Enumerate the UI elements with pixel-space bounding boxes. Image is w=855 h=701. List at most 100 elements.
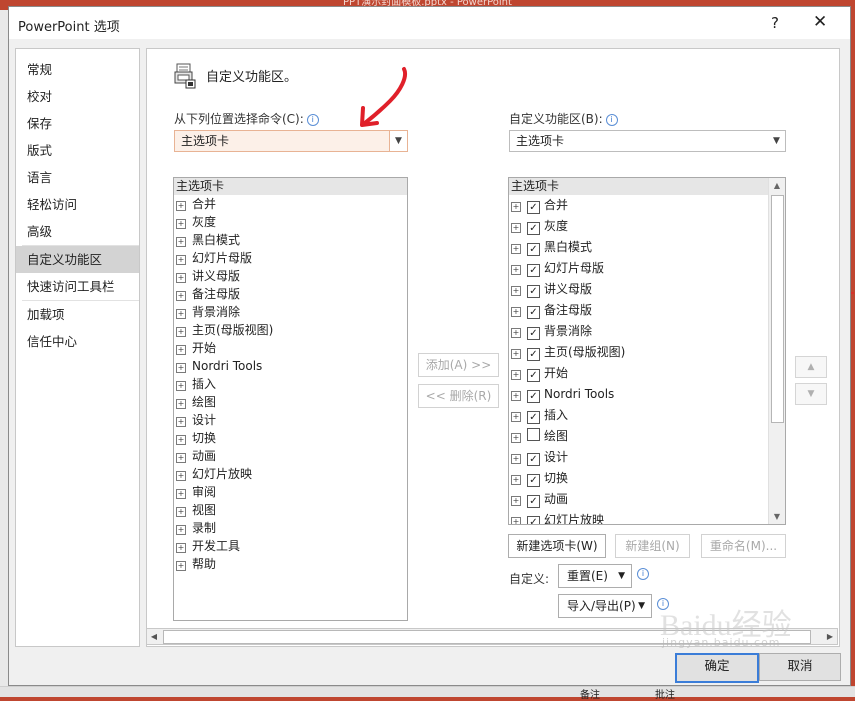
nav-item-language[interactable]: 语言 [16, 164, 139, 191]
expand-icon[interactable]: + [511, 496, 521, 506]
ok-button[interactable]: 确定 [675, 653, 759, 683]
nav-item-trust-center[interactable]: 信任中心 [16, 328, 139, 355]
checked-checkbox[interactable]: ✓ [527, 201, 540, 214]
expand-icon[interactable]: + [176, 237, 186, 247]
info-icon[interactable]: i [637, 568, 649, 580]
expand-icon[interactable]: + [511, 328, 521, 338]
expand-icon[interactable]: + [176, 399, 186, 409]
nav-item-proofing[interactable]: 校对 [16, 83, 139, 110]
commands-list[interactable]: 主选项卡 + 合并 + 灰度 + 黑白模式 + 幻灯片母版 + 讲义母版 + 备注母版 + 背景消除 + 主页… [173, 177, 408, 621]
expand-icon[interactable]: + [176, 309, 186, 319]
expand-icon[interactable]: + [511, 412, 521, 422]
expand-icon[interactable]: + [511, 391, 521, 401]
cancel-button[interactable]: 取消 [759, 653, 841, 681]
add-button[interactable]: 添加(A) >> [418, 353, 499, 377]
checked-checkbox[interactable]: ✓ [527, 516, 540, 524]
list-item[interactable]: + 录制 [174, 519, 407, 537]
nav-item-layout[interactable]: 版式 [16, 137, 139, 164]
nav-item-accessibility[interactable]: 轻松访问 [16, 191, 139, 218]
scroll-right-icon[interactable]: ▶ [823, 629, 837, 644]
choose-commands-from-select[interactable]: 主选项卡 ▼ [174, 130, 408, 152]
chevron-down-icon[interactable]: ▼ [389, 131, 407, 151]
expand-icon[interactable]: + [176, 507, 186, 517]
list-item[interactable]: + 视图 [174, 501, 407, 519]
expand-icon[interactable]: + [176, 291, 186, 301]
expand-icon[interactable]: + [511, 475, 521, 485]
tree-item[interactable]: + ✓ 插入 [509, 405, 785, 426]
list-item[interactable]: + 主页(母版视图) [174, 321, 407, 339]
list-item[interactable]: + 帮助 [174, 555, 407, 573]
expand-icon[interactable]: + [176, 489, 186, 499]
list-item[interactable]: + 合并 [174, 195, 407, 213]
tree-item[interactable]: + ✓ 切换 [509, 468, 785, 489]
expand-icon[interactable]: + [176, 219, 186, 229]
checked-checkbox[interactable]: ✓ [527, 222, 540, 235]
tree-item[interactable]: + ✓ 背景消除 [509, 321, 785, 342]
nav-item-save[interactable]: 保存 [16, 110, 139, 137]
list-item[interactable]: + 背景消除 [174, 303, 407, 321]
tree-item[interactable]: + ✓ 幻灯片母版 [509, 258, 785, 279]
info-icon[interactable]: i [306, 114, 319, 126]
statusbar-notes[interactable]: 备注 [580, 686, 600, 701]
move-down-button[interactable]: ▼ [795, 383, 827, 405]
expand-icon[interactable]: + [176, 363, 186, 373]
expand-icon[interactable]: + [176, 381, 186, 391]
tree-scrollbar[interactable]: ▲ ▼ [768, 178, 785, 524]
expand-icon[interactable]: + [511, 454, 521, 464]
expand-icon[interactable]: + [511, 244, 521, 254]
expand-icon[interactable]: + [176, 543, 186, 553]
list-item[interactable]: + 备注母版 [174, 285, 407, 303]
expand-icon[interactable]: + [511, 349, 521, 359]
customize-ribbon-select[interactable]: 主选项卡 ▼ [509, 130, 786, 152]
expand-icon[interactable]: + [511, 202, 521, 212]
tree-item[interactable]: + ✓ 幻灯片放映 [509, 510, 785, 524]
list-item[interactable]: + 切换 [174, 429, 407, 447]
help-icon[interactable]: ? [771, 14, 779, 32]
nav-item-quick-access-toolbar[interactable]: 快速访问工具栏 [16, 273, 139, 300]
checked-checkbox[interactable]: ✓ [527, 474, 540, 487]
scroll-left-icon[interactable]: ◀ [147, 629, 161, 644]
tree-item[interactable]: + ✓ 讲义母版 [509, 279, 785, 300]
expand-icon[interactable]: + [176, 417, 186, 427]
scroll-down-icon[interactable]: ▼ [769, 509, 785, 524]
info-icon[interactable]: i [605, 114, 618, 126]
chevron-down-icon[interactable]: ▼ [768, 131, 785, 151]
tree-item[interactable]: + ✓ 合并 [509, 195, 785, 216]
expand-icon[interactable]: + [176, 453, 186, 463]
checked-checkbox[interactable]: ✓ [527, 264, 540, 277]
nav-item-addins[interactable]: 加载项 [16, 301, 139, 328]
list-item[interactable]: + 灰度 [174, 213, 407, 231]
expand-icon[interactable]: + [176, 435, 186, 445]
tree-item[interactable]: + ✓ 备注母版 [509, 300, 785, 321]
checked-checkbox[interactable]: ✓ [527, 327, 540, 340]
expand-icon[interactable]: + [511, 433, 521, 443]
checked-checkbox[interactable]: ✓ [527, 285, 540, 298]
expand-icon[interactable]: + [176, 255, 186, 265]
list-item[interactable]: + 绘图 [174, 393, 407, 411]
import-export-dropdown[interactable]: 导入/导出(P) ▼ [558, 594, 652, 618]
tree-item[interactable]: + 绘图 [509, 426, 785, 447]
list-item[interactable]: + Nordri Tools [174, 357, 407, 375]
checked-checkbox[interactable]: ✓ [527, 453, 540, 466]
expand-icon[interactable]: + [511, 223, 521, 233]
expand-icon[interactable]: + [176, 471, 186, 481]
expand-icon[interactable]: + [176, 525, 186, 535]
tree-item[interactable]: + ✓ Nordri Tools [509, 384, 785, 405]
remove-button[interactable]: << 删除(R) [418, 384, 499, 408]
expand-icon[interactable]: + [176, 345, 186, 355]
list-item[interactable]: + 审阅 [174, 483, 407, 501]
nav-item-general[interactable]: 常规 [16, 56, 139, 83]
expand-icon[interactable]: + [511, 370, 521, 380]
tree-item[interactable]: + ✓ 动画 [509, 489, 785, 510]
tree-item[interactable]: + ✓ 开始 [509, 363, 785, 384]
statusbar-comments[interactable]: 批注 [655, 686, 675, 701]
expand-icon[interactable]: + [176, 327, 186, 337]
expand-icon[interactable]: + [176, 201, 186, 211]
list-item[interactable]: + 开发工具 [174, 537, 407, 555]
list-item[interactable]: + 开始 [174, 339, 407, 357]
list-item[interactable]: + 动画 [174, 447, 407, 465]
tree-item[interactable]: + ✓ 黑白模式 [509, 237, 785, 258]
scroll-thumb[interactable] [771, 195, 784, 423]
expand-icon[interactable]: + [176, 561, 186, 571]
checked-checkbox[interactable]: ✓ [527, 348, 540, 361]
